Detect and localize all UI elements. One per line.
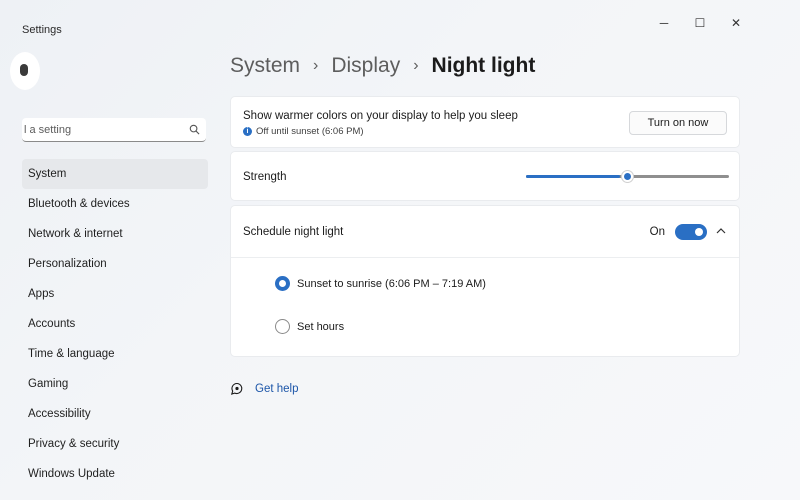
sidebar-item-network-internet[interactable]: Network & internet [22,219,208,249]
strength-slider[interactable] [526,170,729,183]
minimize-icon: ─ [659,16,669,30]
chevron-up-icon[interactable] [714,224,728,238]
sidebar-item-privacy-security[interactable]: Privacy & security [22,429,208,459]
turn-on-now-button[interactable]: Turn on now [629,111,727,135]
help-icon [230,382,243,395]
settings-window: Settings ─ ☐ ✕ l a setting System Blueto… [0,0,800,500]
breadcrumb: System › Display › Night light [230,54,535,78]
sidebar-item-gaming[interactable]: Gaming [22,369,208,399]
sidebar-item-bluetooth-devices[interactable]: Bluetooth & devices [22,189,208,219]
strength-card: Strength [230,151,740,201]
sidebar-item-label: Accounts [28,318,76,330]
sidebar-item-label: Apps [28,288,55,300]
radio-option-set-hours[interactable]: Set hours [275,319,344,334]
strength-slider-thumb[interactable] [621,170,634,183]
get-help-label: Get help [255,383,299,395]
schedule-toggle[interactable] [675,224,707,240]
schedule-header[interactable]: Schedule night light On [231,206,739,258]
maximize-button[interactable]: ☐ [682,14,718,32]
sidebar-item-system[interactable]: System [22,159,208,189]
search-input[interactable]: l a setting [24,124,189,136]
night-light-card: Show warmer colors on your display to he… [230,96,740,148]
sidebar-item-label: System [28,168,67,180]
sidebar-item-label: Privacy & security [28,438,120,450]
sidebar-item-label: Windows Update [28,468,115,480]
night-light-status-text: Off until sunset (6:06 PM) [256,126,364,137]
app-title: Settings [22,24,62,36]
night-light-status: i Off until sunset (6:06 PM) [243,126,364,137]
chevron-right-icon: › [313,57,319,74]
sidebar-item-accounts[interactable]: Accounts [22,309,208,339]
radio-option-sunset-sunrise[interactable]: Sunset to sunrise (6:06 PM – 7:19 AM) [275,276,486,291]
breadcrumb-system[interactable]: System [230,54,300,78]
sidebar-item-personalization[interactable]: Personalization [22,249,208,279]
sidebar-item-label: Gaming [28,378,69,390]
breadcrumb-display[interactable]: Display [331,54,400,78]
sidebar-item-label: Personalization [28,258,107,270]
night-light-description: Show warmer colors on your display to he… [243,110,518,122]
sidebar-item-label: Time & language [28,348,115,360]
schedule-toggle-state: On [649,226,665,238]
page-title: Night light [431,54,536,77]
strength-slider-fill [526,175,620,178]
sidebar-nav: System Bluetooth & devices Network & int… [22,159,208,489]
radio-button[interactable] [275,319,290,334]
close-icon: ✕ [730,16,742,30]
info-icon: i [243,127,252,136]
window-controls: ─ ☐ ✕ [646,14,754,32]
sidebar-item-label: Accessibility [28,408,91,420]
maximize-icon: ☐ [694,16,706,30]
schedule-label: Schedule night light [243,226,344,238]
strength-label: Strength [243,171,287,183]
search-box[interactable]: l a setting [22,118,206,142]
sidebar-item-apps[interactable]: Apps [22,279,208,309]
sidebar-item-accessibility[interactable]: Accessibility [22,399,208,429]
minimize-button[interactable]: ─ [646,14,682,32]
get-help-link[interactable]: Get help [230,382,298,396]
sidebar-item-windows-update[interactable]: Windows Update [22,459,208,489]
radio-button[interactable] [275,276,290,291]
schedule-card: Schedule night light On Sunset to sunris… [230,205,740,357]
sidebar-item-label: Bluetooth & devices [28,198,130,210]
sidebar-item-label: Network & internet [28,228,123,240]
avatar[interactable] [10,52,40,90]
close-button[interactable]: ✕ [718,14,754,32]
search-icon [189,124,200,135]
radio-label: Sunset to sunrise (6:06 PM – 7:19 AM) [297,277,486,290]
sidebar-item-time-language[interactable]: Time & language [22,339,208,369]
chevron-right-icon: › [413,57,419,74]
radio-label: Set hours [297,320,345,333]
